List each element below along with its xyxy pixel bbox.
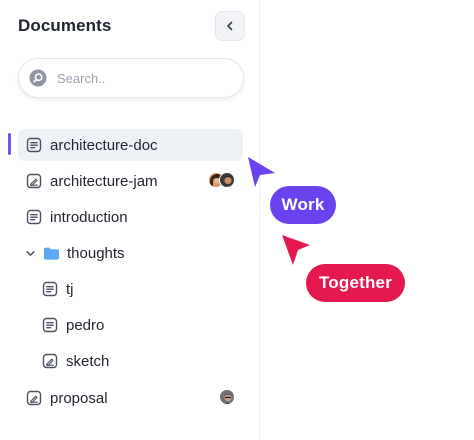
sidebar-title: Documents — [18, 16, 112, 35]
whiteboard-icon — [25, 389, 43, 407]
collaborator-avatars — [208, 172, 235, 188]
avatar[interactable] — [219, 389, 235, 405]
tree-item-label: architecture-jam — [50, 172, 158, 190]
search-box[interactable] — [18, 58, 244, 98]
chevron-left-icon — [227, 21, 233, 31]
tree-item-label: tj — [66, 280, 74, 298]
collaborator-cursor-label: Work — [270, 186, 336, 224]
search-icon — [29, 69, 47, 87]
cursor-pointer-icon — [248, 157, 275, 187]
tree-item-introduction[interactable]: introduction — [18, 201, 243, 233]
selection-indicator — [8, 133, 11, 155]
tree-item-label: proposal — [50, 389, 108, 407]
cursor-pointer-icon — [282, 235, 310, 265]
app-root: Documents Search.. architecture-doc arch… — [0, 0, 474, 440]
document-icon — [25, 208, 43, 226]
tree-item-label: thoughts — [67, 244, 125, 262]
tree-item-sketch[interactable]: sketch — [18, 345, 243, 377]
tree-item-proposal[interactable]: proposal — [18, 382, 243, 414]
tree-item-pedro[interactable]: pedro — [18, 309, 243, 341]
tree-item-label: pedro — [66, 316, 105, 334]
collapse-sidebar-button[interactable] — [215, 11, 245, 41]
search-input[interactable] — [57, 70, 227, 86]
collaborator-cursor-label: Together — [306, 264, 405, 302]
tree-item-label: architecture-doc — [50, 136, 158, 154]
document-icon — [41, 280, 59, 298]
document-icon — [25, 136, 43, 154]
whiteboard-icon — [41, 352, 59, 370]
document-icon — [41, 316, 59, 334]
tree-item-thoughts[interactable]: thoughts — [18, 237, 243, 269]
collaborator-avatars — [219, 389, 235, 405]
avatar[interactable] — [219, 172, 235, 188]
folder-icon — [42, 244, 60, 262]
tree-item-label: introduction — [50, 208, 128, 226]
documents-sidebar: Documents Search.. architecture-doc arch… — [0, 0, 260, 440]
chevron-down-icon[interactable] — [24, 244, 36, 262]
whiteboard-icon — [25, 172, 43, 190]
tree-item-architecture-jam[interactable]: architecture-jam — [18, 165, 243, 197]
tree-item-label: sketch — [66, 352, 110, 370]
tree-item-architecture-doc[interactable]: architecture-doc — [18, 129, 243, 161]
tree-item-tj[interactable]: tj — [18, 273, 243, 305]
